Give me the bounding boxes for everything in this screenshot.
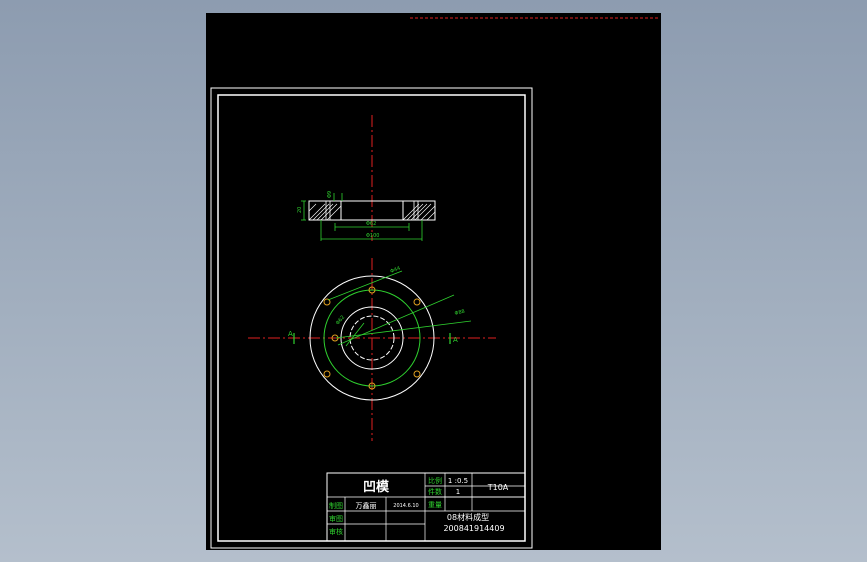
bolt-hole xyxy=(323,370,331,378)
tb-qty-label: 件数 xyxy=(428,487,442,496)
dim-bolt: Φ9 xyxy=(327,191,333,198)
tb-scale-value: 1 :0.5 xyxy=(448,477,468,485)
bolt-hole xyxy=(413,370,421,378)
tb-scale-label: 比例 xyxy=(428,476,442,485)
section-mark-right: A xyxy=(453,336,458,344)
cad-drawing-viewport[interactable]: 20 Φ62 Φ100 Φ9 Φ88 Φ44 Φ62 A A 凹模 比例 1:… xyxy=(206,13,661,550)
leader-outer xyxy=(335,320,472,339)
tb-weight-label: 重量 xyxy=(428,501,442,509)
tb-part-name: 凹模 xyxy=(363,479,390,495)
dim-inner-width: Φ62 xyxy=(366,221,376,227)
section-view: 20 Φ62 Φ100 Φ9 xyxy=(297,115,436,241)
plan-view: Φ88 Φ44 Φ62 A A xyxy=(248,258,496,441)
dim-outer-dia: Φ88 xyxy=(454,309,465,317)
drawing-canvas[interactable]: 20 Φ62 Φ100 Φ9 Φ88 Φ44 Φ62 A A 凹模 比例 1:… xyxy=(206,13,661,550)
tb-drawn-date: 2014.6.10 xyxy=(393,503,418,509)
title-block: 凹模 比例 1 :0.5 件数 1 重量 T10A 制图 万鑫丽 2014.6.… xyxy=(326,472,526,542)
dim-outer-width: Φ100 xyxy=(366,233,379,239)
dim-side-height: 20 xyxy=(297,207,303,213)
tb-drawn-name: 万鑫丽 xyxy=(356,501,377,510)
section-mark-left: A xyxy=(288,330,293,338)
tb-review-label: 审核 xyxy=(329,527,343,536)
tb-student-id: 200841914409 xyxy=(443,524,504,533)
tb-drawn-label: 制图 xyxy=(329,501,343,510)
tb-material: T10A xyxy=(487,483,509,492)
bolt-hole xyxy=(413,298,421,306)
tb-qty-value: 1 xyxy=(456,488,460,496)
tb-class-name: 08材料成型 xyxy=(447,512,489,522)
tb-check-label: 审图 xyxy=(329,514,343,523)
